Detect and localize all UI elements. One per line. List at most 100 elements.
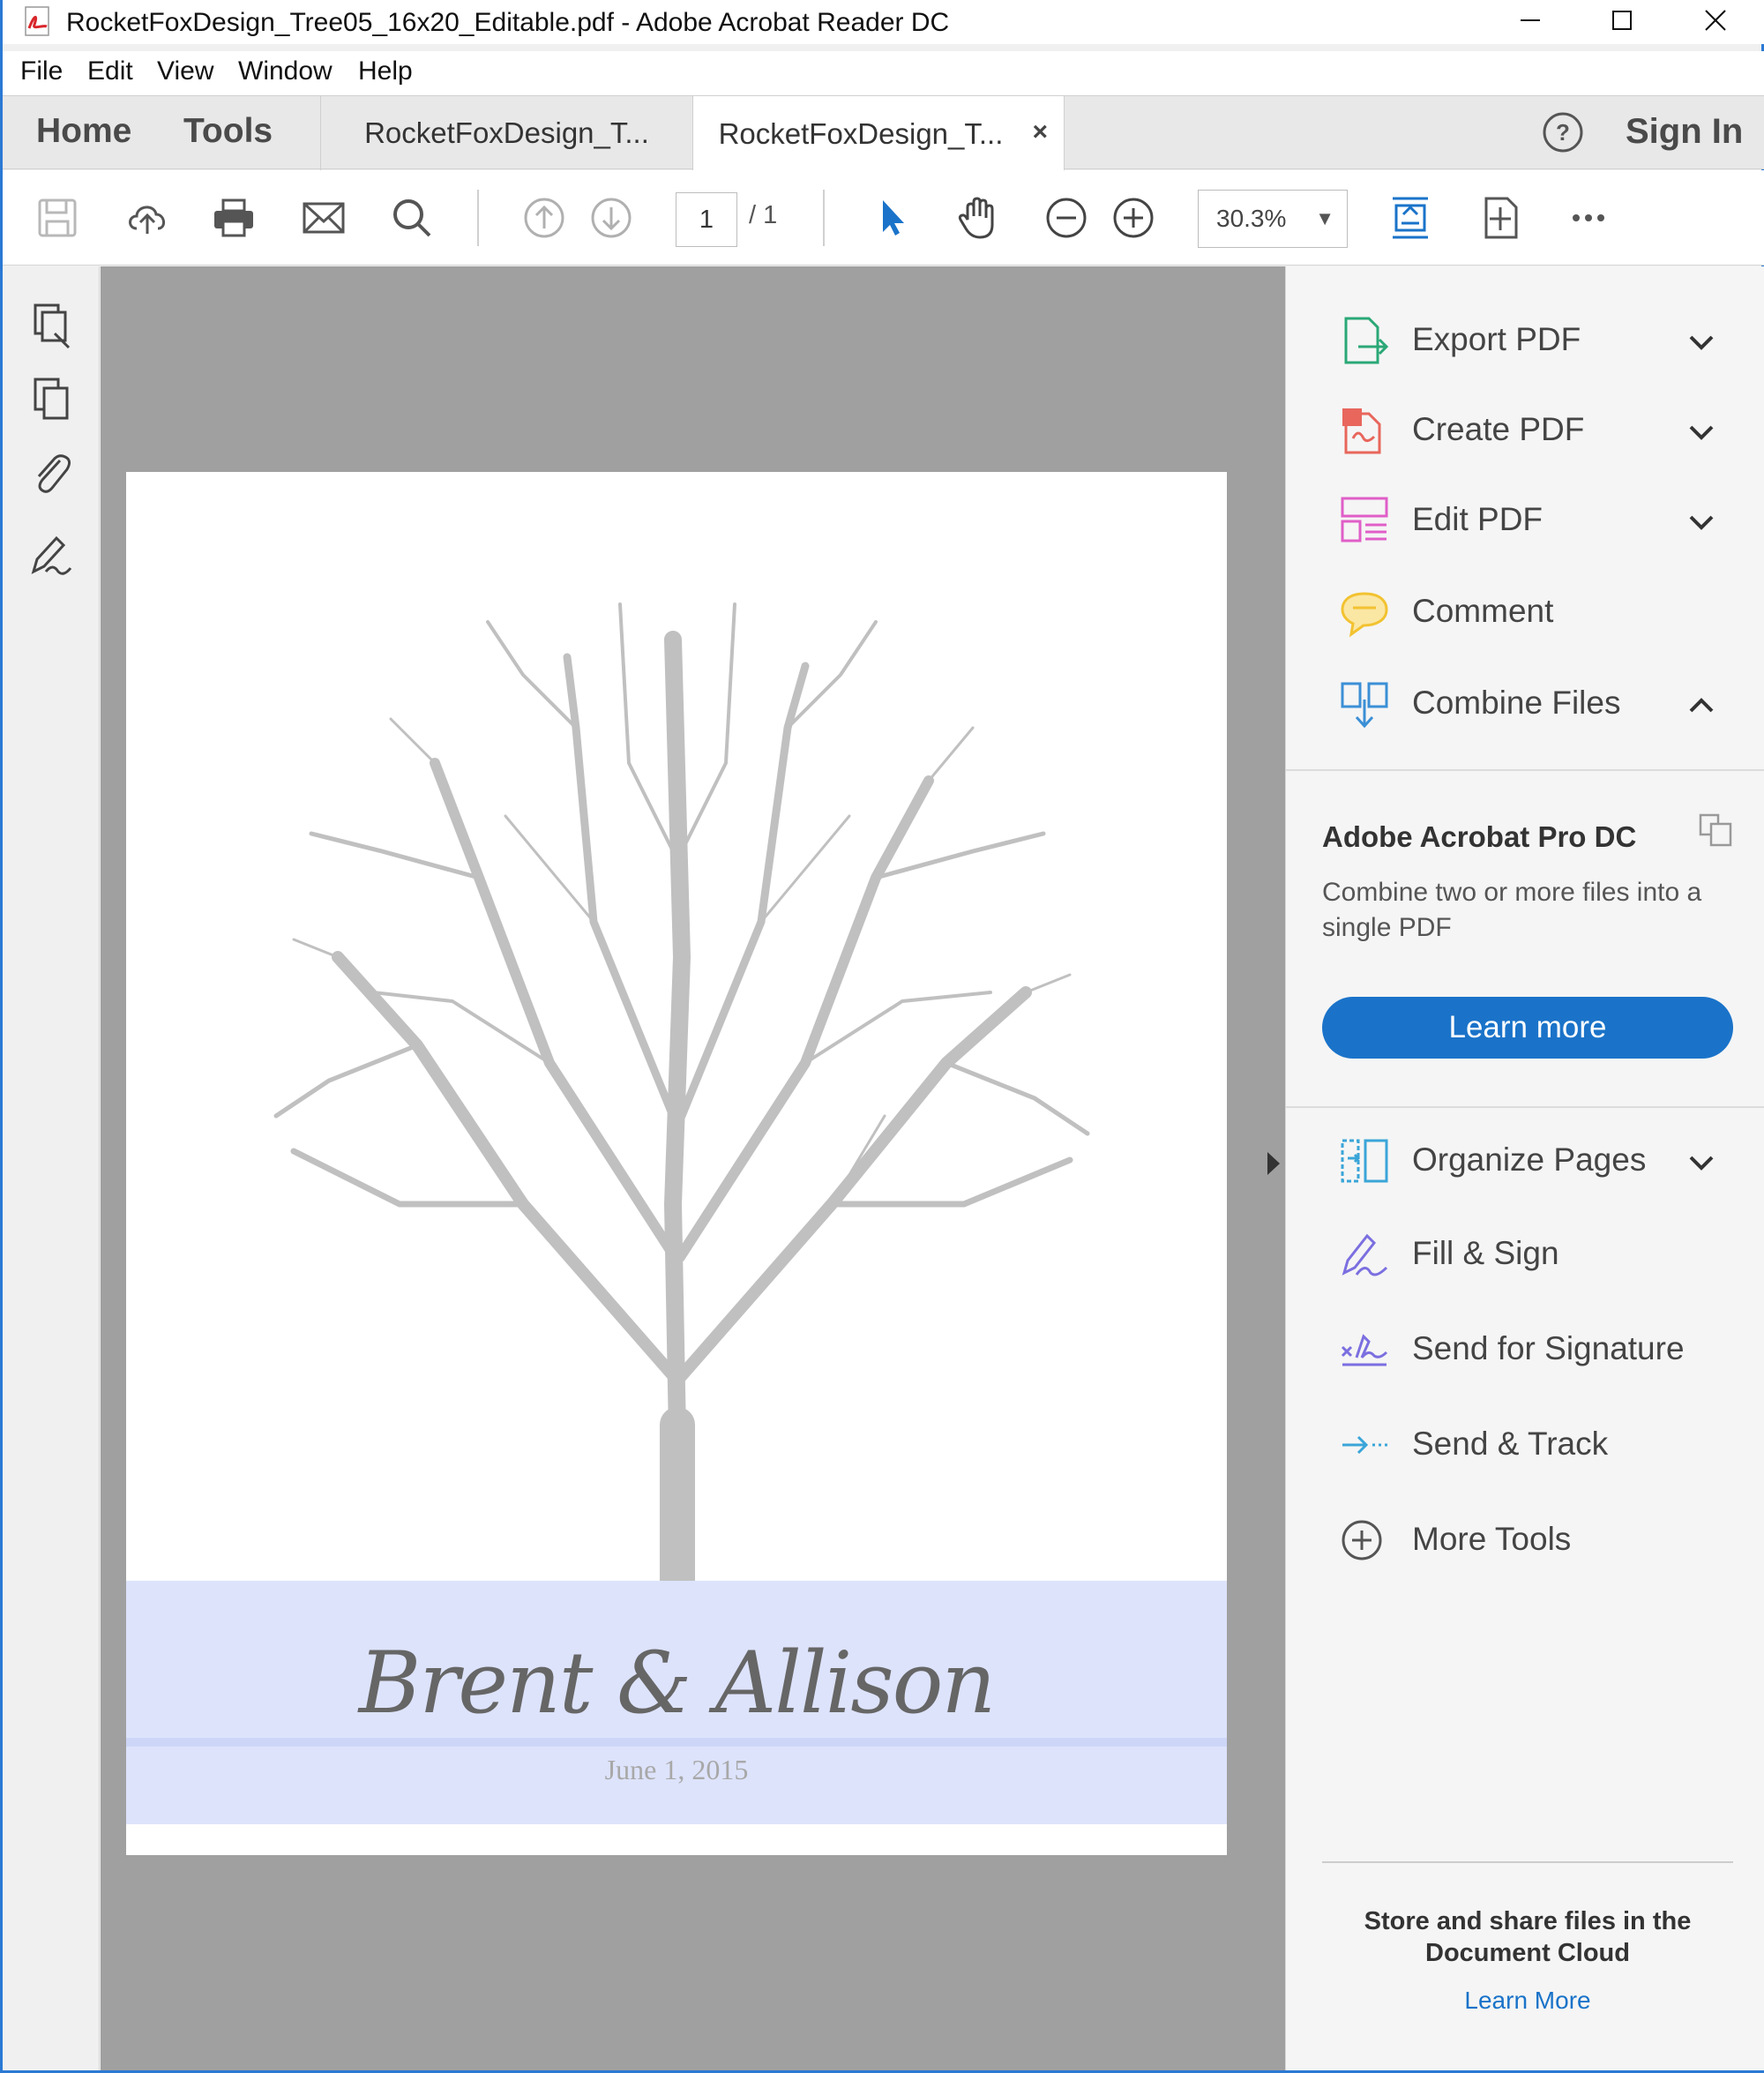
- tab-close-icon[interactable]: ×: [1032, 117, 1048, 147]
- tool-label: Send & Track: [1412, 1426, 1609, 1462]
- cursor-arrow-icon: [883, 200, 904, 236]
- more-options-button[interactable]: [1564, 193, 1613, 243]
- banner-stripe: [126, 1738, 1227, 1747]
- tool-send-track[interactable]: Send & Track: [1286, 1406, 1764, 1486]
- previous-page-button[interactable]: [519, 193, 569, 243]
- zoom-value: 30.3%: [1216, 205, 1287, 232]
- document-tab-label: RocketFoxDesign_T...: [718, 116, 1004, 150]
- promo-description: Combine two or more files into a single …: [1322, 878, 1702, 942]
- tool-label: Edit PDF: [1412, 501, 1544, 537]
- tool-label: Combine Files: [1412, 685, 1621, 721]
- menu-edit[interactable]: Edit: [87, 56, 133, 86]
- email-button[interactable]: [299, 193, 348, 243]
- comment-icon: [1341, 592, 1388, 638]
- chevron-down-icon[interactable]: [1686, 326, 1717, 358]
- tool-label: Fill & Sign: [1412, 1235, 1559, 1271]
- document-cloud-text: Store and share files in the Document Cl…: [1364, 1907, 1692, 1967]
- signature-pen-icon[interactable]: [25, 528, 79, 582]
- maximize-button[interactable]: [1576, 0, 1668, 41]
- zoom-select[interactable]: 30.3% ▼: [1198, 190, 1348, 248]
- send-track-icon: [1342, 1435, 1388, 1455]
- menu-file[interactable]: File: [20, 56, 63, 86]
- full-screen-button[interactable]: [1476, 193, 1525, 243]
- menu-help[interactable]: Help: [358, 56, 413, 86]
- document-tab-1[interactable]: RocketFoxDesign_T...: [320, 96, 692, 170]
- menu-window[interactable]: Window: [238, 56, 333, 86]
- document-cloud-learn-more-link[interactable]: Learn More: [1322, 1987, 1733, 2015]
- zoom-out-button[interactable]: [1042, 193, 1091, 243]
- chevron-up-icon[interactable]: [1686, 690, 1717, 722]
- tool-label: Create PDF: [1412, 411, 1585, 447]
- left-navigation-rail: [5, 266, 100, 2070]
- hand-icon: [958, 197, 994, 239]
- copy-pages-icon[interactable]: [25, 372, 79, 427]
- zoom-in-button[interactable]: [1109, 193, 1158, 243]
- next-page-button[interactable]: [587, 193, 636, 243]
- tool-send-for-signature[interactable]: Send for Signature: [1286, 1311, 1764, 1390]
- printer-icon: [214, 198, 253, 237]
- tool-fill-sign[interactable]: Fill & Sign: [1286, 1216, 1764, 1295]
- ellipsis-icon: [1573, 214, 1604, 221]
- tab-tools[interactable]: Tools: [183, 112, 273, 151]
- tool-label: Send for Signature: [1412, 1330, 1685, 1366]
- organize-pages-icon: [1341, 1139, 1388, 1183]
- acrobat-app-icon: [25, 6, 49, 36]
- more-tools-icon: [1342, 1520, 1382, 1560]
- close-icon: [1705, 10, 1726, 31]
- tool-more-tools[interactable]: More Tools: [1286, 1501, 1764, 1581]
- attachment-icon[interactable]: [25, 446, 79, 501]
- arrow-up-circle-icon: [524, 198, 564, 238]
- tool-organize-pages[interactable]: Organize Pages: [1286, 1122, 1764, 1201]
- svg-text:?: ?: [1556, 119, 1570, 146]
- sign-in-button[interactable]: Sign In: [1626, 112, 1743, 152]
- select-tool-button[interactable]: [867, 193, 916, 243]
- tool-create-pdf[interactable]: Create PDF: [1286, 392, 1764, 471]
- expand-page-icon: [1484, 197, 1518, 239]
- search-button[interactable]: [387, 193, 437, 243]
- tool-comment[interactable]: Comment: [1286, 573, 1764, 653]
- menu-bar: File Edit View Window Help: [3, 51, 1764, 95]
- tool-combine-files[interactable]: Combine Files: [1286, 665, 1764, 745]
- fit-page-button[interactable]: [1386, 193, 1435, 243]
- fill-sign-icon: [1342, 1233, 1388, 1276]
- minimize-button[interactable]: [1484, 0, 1576, 41]
- acrobat-window: RocketFoxDesign_Tree05_16x20_Editable.pd…: [0, 0, 1764, 2073]
- document-tab-2[interactable]: RocketFoxDesign_T... ×: [692, 96, 1065, 171]
- collapse-right-pane-icon[interactable]: [1267, 1152, 1280, 1175]
- page-total: / 1: [749, 201, 778, 229]
- learn-more-button[interactable]: Learn more: [1322, 997, 1733, 1059]
- save-button[interactable]: [33, 193, 82, 243]
- upload-button[interactable]: [123, 193, 172, 243]
- fit-page-icon: [1393, 197, 1428, 239]
- menu-view[interactable]: View: [157, 56, 213, 86]
- tab-home[interactable]: Home: [36, 112, 131, 151]
- couple-names: Brent & Allison: [358, 1634, 996, 1732]
- minimize-icon: [1521, 19, 1540, 21]
- open-pro-icon[interactable]: [1697, 812, 1734, 849]
- document-tab-label: RocketFoxDesign_T...: [364, 116, 649, 149]
- close-window-button[interactable]: [1670, 0, 1761, 41]
- cloud-upload-icon: [129, 206, 165, 234]
- tool-label: More Tools: [1412, 1521, 1572, 1557]
- send-signature-icon: [1341, 1334, 1388, 1366]
- help-icon[interactable]: ?: [1541, 110, 1585, 154]
- edit-pdf-icon: [1341, 497, 1388, 543]
- chevron-down-icon[interactable]: [1686, 1147, 1717, 1179]
- export-pdf-icon: [1344, 317, 1389, 364]
- page-number-input[interactable]: 1: [676, 192, 737, 247]
- tool-edit-pdf[interactable]: Edit PDF: [1286, 482, 1764, 561]
- print-button[interactable]: [209, 193, 258, 243]
- zoom-in-icon: [1113, 198, 1154, 238]
- page-thumbnails-icon[interactable]: [25, 298, 79, 353]
- hand-tool-button[interactable]: [953, 193, 1003, 243]
- tool-label: Organize Pages: [1412, 1141, 1647, 1178]
- chevron-down-icon[interactable]: [1686, 506, 1717, 538]
- tool-label: Comment: [1412, 593, 1554, 629]
- cloud-divider: [1322, 1861, 1733, 1863]
- document-viewer[interactable]: Brent & Allison June 1, 2015 ︿ ﹀: [101, 266, 1361, 2070]
- toolbar: 1 / 1 30.3% ▼: [3, 170, 1764, 266]
- chevron-down-icon[interactable]: [1686, 416, 1717, 448]
- tool-export-pdf[interactable]: Export PDF: [1286, 302, 1764, 381]
- tab-bar: Home Tools RocketFoxDesign_T... RocketFo…: [3, 95, 1764, 171]
- chevron-down-icon: ▼: [1315, 207, 1334, 229]
